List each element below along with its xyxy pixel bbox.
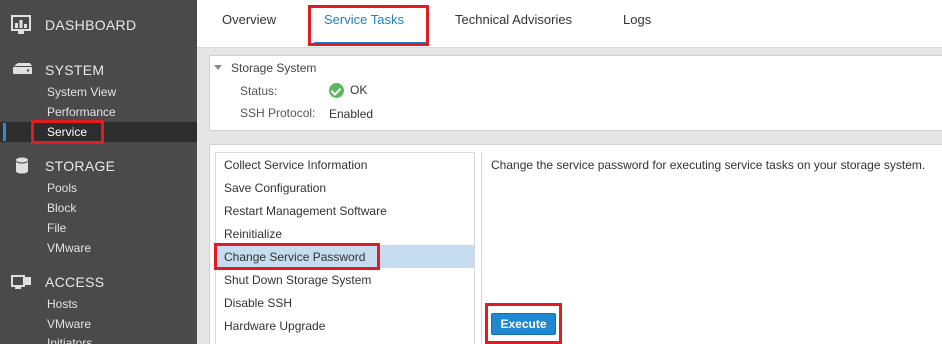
ssh-protocol-value: Enabled bbox=[329, 107, 374, 121]
task-change-service-password[interactable]: Change Service Password bbox=[216, 245, 474, 268]
sidebar-item-label: VMware bbox=[47, 241, 92, 255]
server-icon bbox=[13, 63, 32, 74]
ssh-protocol-label: SSH Protocol: bbox=[240, 106, 316, 120]
nav-section-label: STORAGE bbox=[45, 158, 116, 174]
sidebar-item-vmware-access[interactable]: VMware bbox=[0, 314, 197, 334]
sidebar-item-service[interactable]: Service bbox=[0, 122, 197, 142]
tab-overview[interactable]: Overview bbox=[222, 12, 276, 27]
sidebar-item-label: VMware bbox=[47, 317, 92, 331]
tab-service-tasks[interactable]: Service Tasks bbox=[324, 12, 404, 27]
tab-bar: Overview Service Tasks Technical Advisor… bbox=[197, 0, 942, 48]
task-restart-management-software[interactable]: Restart Management Software bbox=[216, 199, 474, 222]
task-label: Disable SSH bbox=[224, 296, 293, 310]
task-disable-ssh[interactable]: Disable SSH bbox=[216, 291, 474, 314]
nav-section-storage[interactable]: STORAGE bbox=[0, 154, 197, 178]
task-label: Hardware Upgrade bbox=[224, 319, 326, 333]
sidebar-item-pools[interactable]: Pools bbox=[0, 178, 197, 198]
nav-section-access[interactable]: ACCESS bbox=[0, 270, 197, 294]
collapse-caret-icon[interactable] bbox=[214, 65, 222, 70]
sidebar-item-vmware-storage[interactable]: VMware bbox=[0, 238, 197, 258]
sidebar-item-label: Initiators bbox=[47, 336, 93, 344]
database-icon bbox=[16, 157, 28, 174]
task-description: Change the service password for executin… bbox=[491, 158, 926, 172]
nav-section-system[interactable]: SYSTEM bbox=[0, 58, 197, 82]
task-reinitialize[interactable]: Reinitialize bbox=[216, 222, 474, 245]
nav-section-label: ACCESS bbox=[45, 274, 105, 290]
task-label: Collect Service Information bbox=[224, 158, 368, 172]
sidebar-item-system-view[interactable]: System View bbox=[0, 82, 197, 102]
sidebar-item-file[interactable]: File bbox=[0, 218, 197, 238]
task-save-configuration[interactable]: Save Configuration bbox=[216, 176, 474, 199]
task-shut-down-storage-system[interactable]: Shut Down Storage System bbox=[216, 268, 474, 291]
sidebar: DASHBOARD SYSTEM System View Performance… bbox=[0, 0, 197, 344]
task-hardware-upgrade[interactable]: Hardware Upgrade bbox=[216, 314, 474, 337]
nav-section-label: DASHBOARD bbox=[45, 17, 137, 33]
status-label: Status: bbox=[240, 84, 278, 98]
tab-technical-advisories[interactable]: Technical Advisories bbox=[455, 12, 572, 27]
task-label: Restart Management Software bbox=[224, 204, 387, 218]
task-label: Shut Down Storage System bbox=[224, 273, 372, 287]
nav-section-dashboard[interactable]: DASHBOARD bbox=[0, 13, 197, 37]
nav-section-label: SYSTEM bbox=[45, 62, 105, 78]
task-label: Save Configuration bbox=[224, 181, 327, 195]
task-label: Reinitialize bbox=[224, 227, 283, 241]
panel-divider bbox=[481, 152, 482, 344]
sidebar-item-initiators[interactable]: Initiators bbox=[0, 333, 197, 344]
sidebar-item-block[interactable]: Block bbox=[0, 198, 197, 218]
task-label: Change Service Password bbox=[224, 250, 366, 264]
sidebar-item-label: Pools bbox=[47, 181, 78, 195]
status-value: OK bbox=[350, 83, 368, 97]
sidebar-item-label: System View bbox=[47, 85, 117, 99]
sidebar-item-label: Service bbox=[47, 125, 88, 139]
active-tab-indicator bbox=[314, 42, 426, 45]
sidebar-item-performance[interactable]: Performance bbox=[0, 102, 197, 122]
ok-check-icon bbox=[329, 83, 344, 98]
task-collect-service-information[interactable]: Collect Service Information bbox=[216, 153, 474, 176]
storage-system-panel bbox=[209, 55, 942, 131]
sidebar-item-label: Block bbox=[47, 201, 77, 215]
sidebar-item-hosts[interactable]: Hosts bbox=[0, 294, 197, 314]
sidebar-item-label: File bbox=[47, 221, 67, 235]
access-icon bbox=[11, 275, 31, 289]
execute-button[interactable]: Execute bbox=[491, 313, 556, 335]
tab-logs[interactable]: Logs bbox=[623, 12, 651, 27]
panel-title[interactable]: Storage System bbox=[231, 61, 316, 75]
sidebar-item-label: Performance bbox=[47, 105, 116, 119]
dashboard-icon bbox=[11, 15, 31, 34]
sidebar-item-label: Hosts bbox=[47, 297, 78, 311]
